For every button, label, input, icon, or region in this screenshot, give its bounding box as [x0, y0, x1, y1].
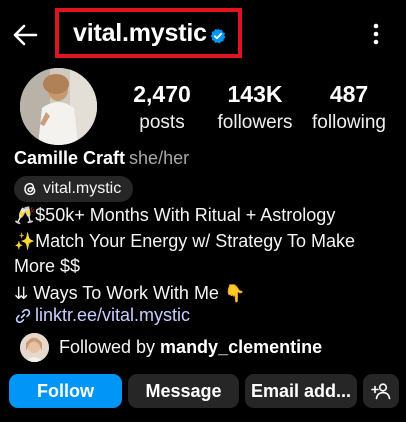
following-label: following [312, 112, 386, 133]
sparkles-emoji: ✨ [14, 232, 36, 252]
profile-pronouns: she/her [129, 148, 190, 168]
profile-header: vital.mystic [0, 0, 406, 66]
link-text: linktr.ee/vital.mystic [35, 305, 191, 325]
profile-link[interactable]: linktr.ee/vital.mystic [14, 305, 190, 326]
add-person-icon [371, 383, 391, 400]
bio-line-1: 🥂$50k+ Months With Ritual + Astrology [14, 203, 335, 228]
stat-following[interactable]: 487 following [294, 80, 404, 136]
suggested-accounts-button[interactable] [363, 374, 399, 408]
pointing-down-emoji: 👇 [223, 284, 246, 304]
profile-avatar[interactable] [20, 68, 97, 145]
bio-text-3: More $$ [14, 256, 81, 276]
message-button[interactable]: Message [128, 374, 239, 408]
link-icon [15, 308, 31, 323]
more-options-icon[interactable] [366, 20, 386, 48]
username-highlight: vital.mystic [55, 8, 242, 58]
threads-handle: vital.mystic [43, 180, 122, 197]
followed-by-row[interactable]: Followed by mandy_clementine [20, 333, 322, 362]
profile-username[interactable]: vital.mystic [73, 19, 207, 48]
follow-button[interactable]: Follow [9, 374, 122, 408]
verified-badge-icon [210, 28, 226, 44]
bio-text-4: Ways To Work With Me [28, 283, 219, 303]
champagne-emoji: 🥂 [14, 206, 36, 226]
followed-by-prefix: Followed by [59, 337, 156, 357]
following-count: 487 [329, 81, 369, 107]
bio-line-3: More $$ [14, 254, 80, 278]
mutual-follower-avatar [20, 333, 49, 362]
bio-line-4: ⇊ Ways To Work With Me 👇 [14, 281, 245, 306]
bio-text-2: Match Your Energy w/ Strategy To Make [35, 231, 356, 251]
bio-line-2: ✨Match Your Energy w/ Strategy To Make [14, 229, 355, 254]
profile-name: Camille Craft [14, 148, 126, 168]
threads-icon [24, 182, 36, 196]
double-down-arrow-emoji: ⇊ [14, 284, 29, 304]
email-button[interactable]: Email add... [245, 374, 357, 408]
avatar-photo [20, 68, 97, 145]
mutual-follower-username: mandy_clementine [160, 337, 323, 357]
threads-badge[interactable]: vital.mystic [14, 176, 134, 202]
back-arrow-icon[interactable] [10, 20, 40, 50]
profile-name-line: Camille Craft she/her [14, 148, 189, 169]
bio-text-1: $50k+ Months With Ritual + Astrology [35, 205, 336, 225]
